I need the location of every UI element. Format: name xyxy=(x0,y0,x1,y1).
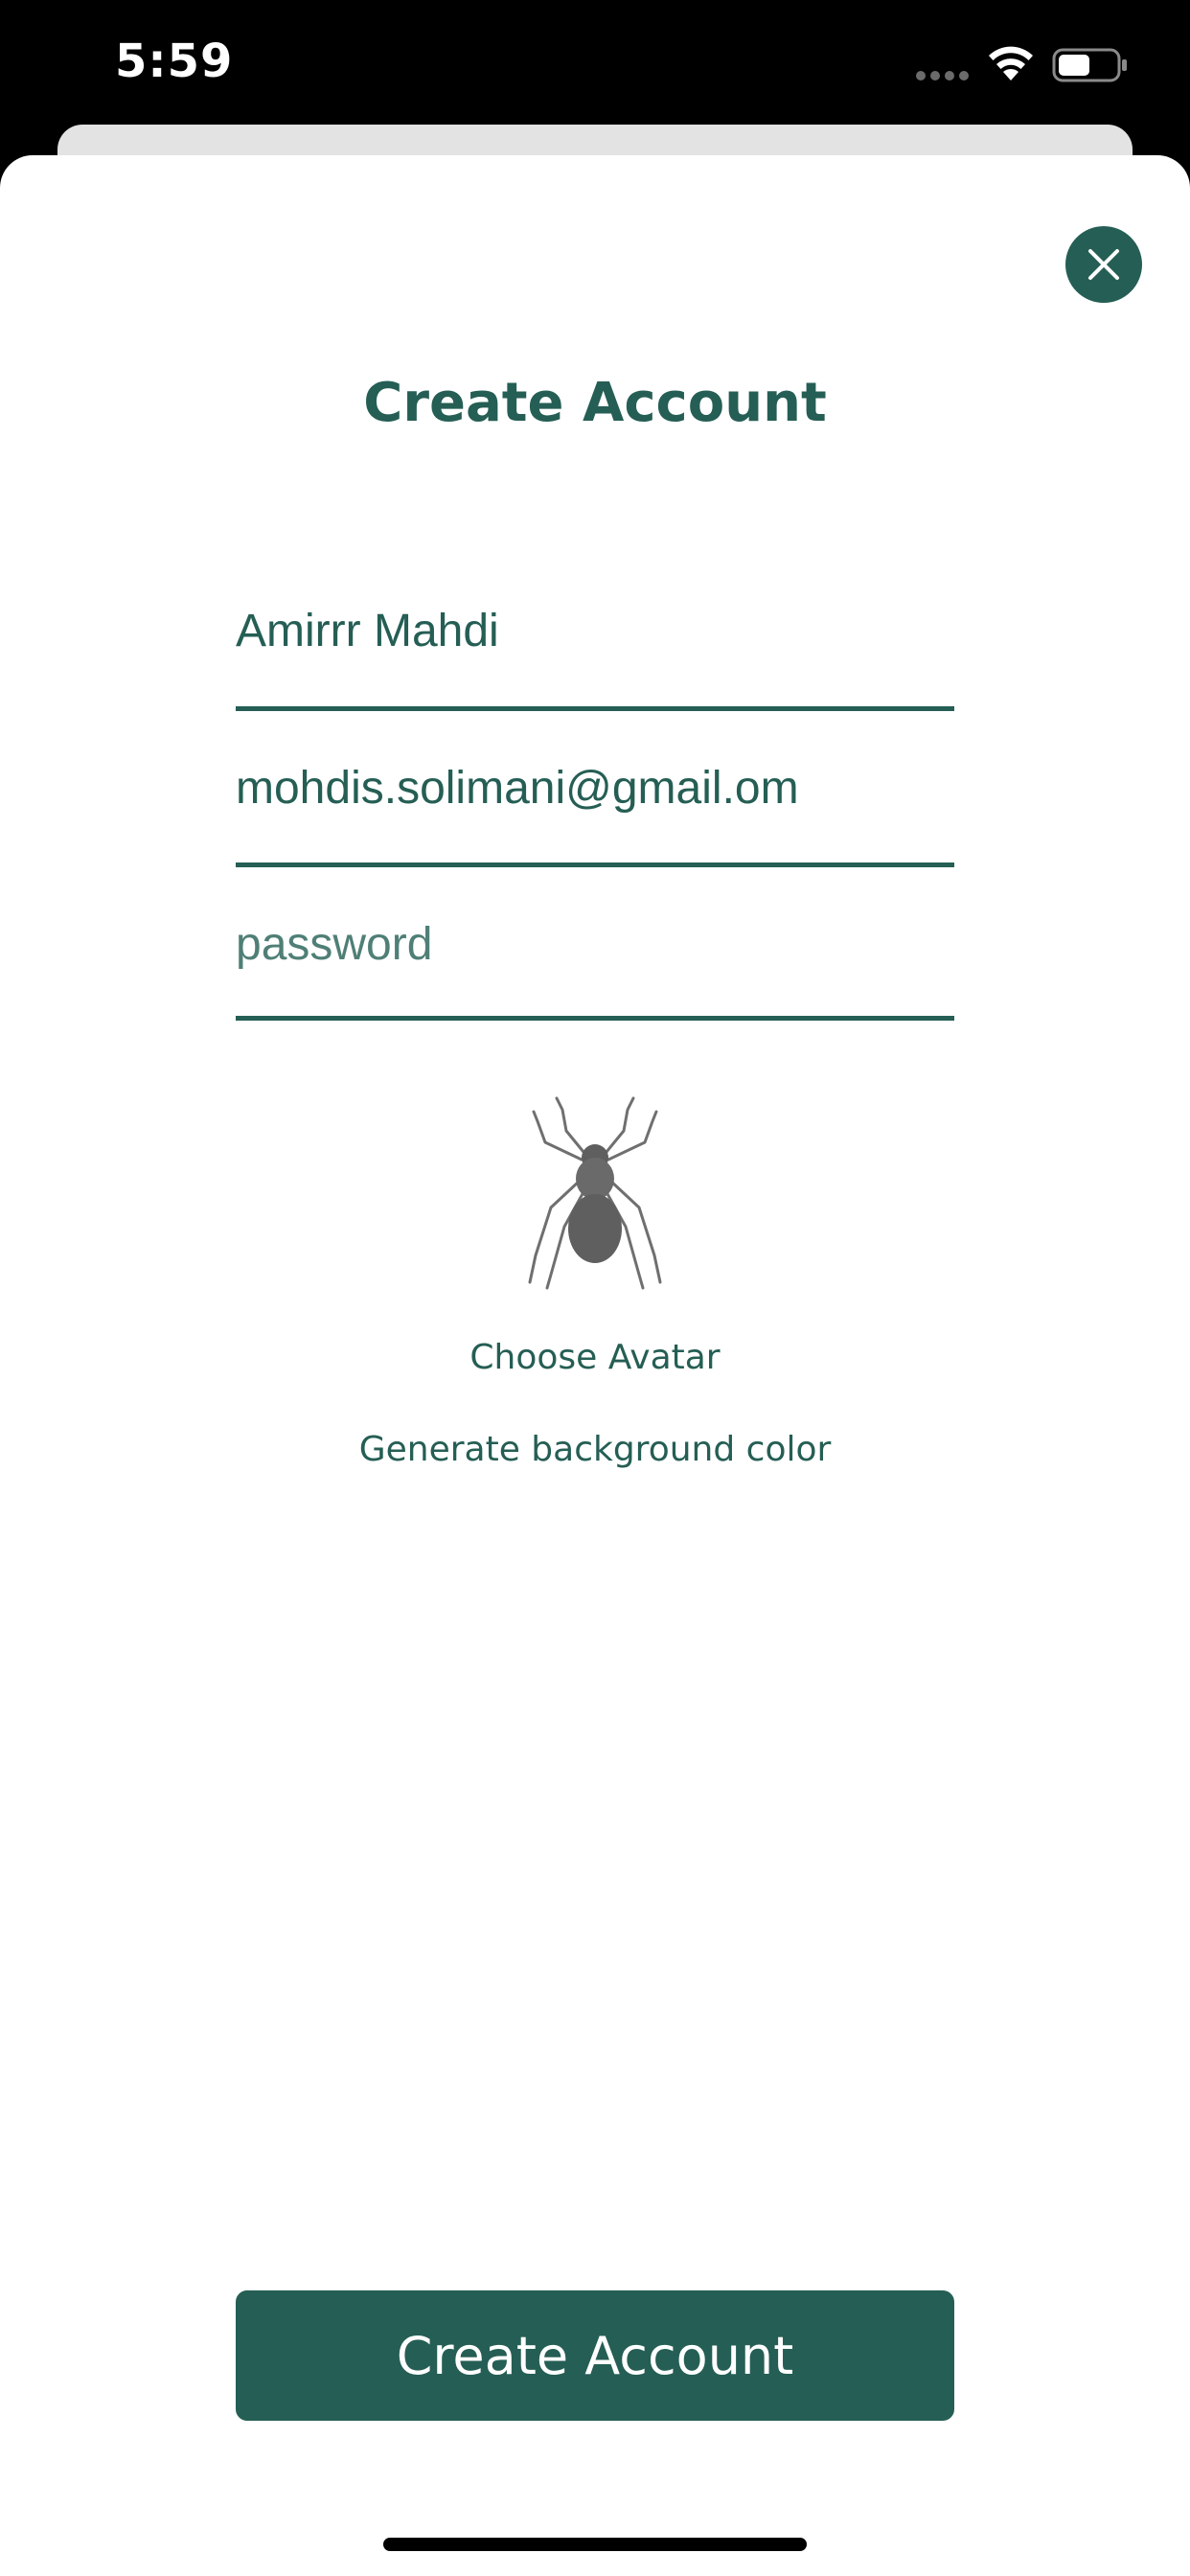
choose-avatar-button[interactable]: Choose Avatar xyxy=(0,1338,1190,1377)
password-field[interactable] xyxy=(236,917,954,971)
spider-icon[interactable] xyxy=(518,1092,672,1294)
battery-icon xyxy=(1052,48,1127,82)
status-time: 5:59 xyxy=(115,34,234,88)
name-field[interactable] xyxy=(236,604,954,657)
page-title: Create Account xyxy=(363,372,827,434)
close-button[interactable] xyxy=(1065,226,1142,303)
email-field[interactable] xyxy=(236,761,954,815)
password-field-underline xyxy=(236,1016,954,1021)
close-icon xyxy=(1088,249,1119,280)
email-field-underline xyxy=(236,862,954,867)
generate-background-color-button[interactable]: Generate background color xyxy=(0,1430,1190,1469)
name-field-underline xyxy=(236,706,954,711)
create-account-button[interactable]: Create Account xyxy=(236,2290,954,2421)
wifi-icon xyxy=(989,46,1033,80)
signal-dots-icon xyxy=(916,71,969,80)
home-indicator xyxy=(383,2538,807,2551)
status-bar: 5:59 xyxy=(0,0,1190,125)
